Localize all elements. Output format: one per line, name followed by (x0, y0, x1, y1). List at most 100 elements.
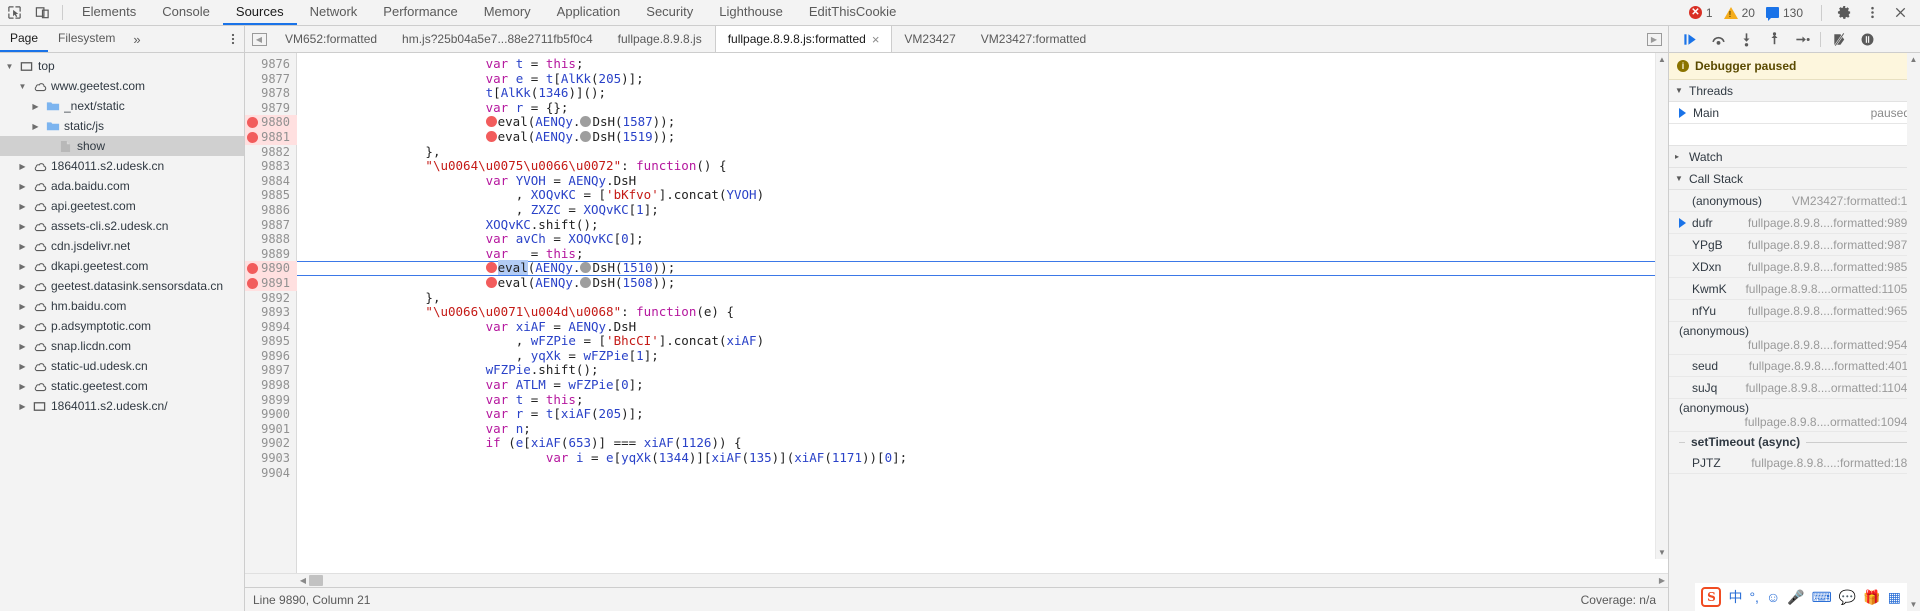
pause-on-exceptions-icon[interactable] (1854, 28, 1880, 50)
tree-item-static-js[interactable]: ▶ static/js (0, 116, 244, 136)
line-number[interactable]: 9895 (245, 334, 297, 349)
code-line[interactable]: 9893 "\u0066\u0071\u004d\u0068": functio… (245, 304, 1668, 320)
hscroll-thumb[interactable] (309, 575, 323, 586)
breakpoint-marker-icon[interactable] (247, 131, 258, 143)
gift-icon[interactable]: 🎁 (1863, 590, 1880, 604)
threads-section-header[interactable]: ▼ Threads (1669, 80, 1920, 102)
tree-item-ada-baidu-com[interactable]: ▶ ada.baidu.com (0, 176, 244, 196)
tree-item-p-adsymptotic-com[interactable]: ▶ p.adsymptotic.com (0, 316, 244, 336)
step-out-icon[interactable] (1761, 28, 1787, 50)
navigator-kebab-menu-icon[interactable] (222, 26, 244, 52)
editor-tab-fullpage-formatted[interactable]: fullpage.8.9.8.js:formatted × (714, 26, 893, 52)
gear-icon[interactable] (1830, 5, 1858, 20)
line-number[interactable]: 9881 (245, 129, 297, 145)
line-number[interactable]: 9900 (245, 407, 297, 422)
scroll-right-icon[interactable]: ▶ (1656, 576, 1668, 585)
tree-item-show[interactable]: show (0, 136, 244, 156)
close-icon[interactable] (1886, 5, 1914, 20)
emoji-icon[interactable]: ☺ (1766, 590, 1780, 604)
code-line[interactable]: 9895 , wFZPie = ['BhcCI'].concat(xiAF) (245, 333, 1668, 349)
code-line[interactable]: 9878 t[AlKk(1346)](); (245, 85, 1668, 101)
breakpoint-marker-icon[interactable] (247, 277, 258, 289)
inline-breakpoint-icon[interactable] (485, 130, 497, 142)
line-number[interactable]: 9891 (245, 275, 297, 291)
code-line[interactable]: 9884 var YVOH = AENQy.DsH (245, 173, 1668, 189)
tree-item-api-geetest-com[interactable]: ▶ api.geetest.com (0, 196, 244, 216)
ime-toolbar[interactable]: S 中 °, ☺ 🎤 ⌨ 💬 🎁 ▦ (1695, 583, 1907, 611)
editor-tab-fullpage[interactable]: fullpage.8.9.8.js (606, 26, 715, 52)
code-line[interactable]: 9898 var ATLM = wFZPie[0]; (245, 377, 1668, 393)
line-number[interactable]: 9904 (245, 466, 297, 481)
tab-overflow-icon[interactable]: ▶ (1640, 26, 1668, 52)
navigator-file-tree[interactable]: ▼ top ▼ www.geetest.com ▶ _next/static ▶ static… (0, 53, 245, 611)
nav-tab-page[interactable]: Page (0, 26, 49, 52)
deactivate-breakpoints-icon[interactable] (1826, 28, 1852, 50)
line-number[interactable]: 9903 (245, 451, 297, 466)
line-number[interactable]: 9888 (245, 232, 297, 247)
code-line[interactable]: 9892 }, (245, 290, 1668, 306)
call-stack-frame[interactable]: seud fullpage.8.9.8....formatted:4011 (1669, 355, 1920, 377)
tab-network[interactable]: Network (297, 0, 371, 25)
tree-item--next-static[interactable]: ▶ _next/static (0, 96, 244, 116)
code-line[interactable]: 9881 eval(AENQy. DsH(1519)); (245, 129, 1668, 145)
code-line[interactable]: 9896 , yqXk = wFZPie[1]; (245, 348, 1668, 364)
tree-item-static-geetest-com[interactable]: ▶ static.geetest.com (0, 376, 244, 396)
chevron-right-icon[interactable]: ▶ (17, 221, 28, 232)
chevron-right-icon[interactable]: ▶ (30, 121, 41, 132)
scroll-up-icon[interactable]: ▲ (1658, 53, 1666, 66)
editor-vertical-scrollbar[interactable]: ▲ ▼ (1655, 53, 1668, 559)
tree-item-1864011-s2-udesk-cn[interactable]: ▶ 1864011.s2.udesk.cn (0, 156, 244, 176)
breakpoint-marker-icon[interactable] (247, 263, 258, 275)
tab-memory[interactable]: Memory (471, 0, 544, 25)
inline-breakpoint-icon[interactable] (485, 276, 497, 288)
line-number[interactable]: 9877 (245, 72, 297, 87)
tree-item-static-ud-udesk-cn[interactable]: ▶ static-ud.udesk.cn (0, 356, 244, 376)
watch-section-header[interactable]: ▸ Watch (1669, 146, 1920, 168)
microphone-icon[interactable]: 🎤 (1787, 590, 1804, 604)
nav-more-tabs-button[interactable]: » (125, 26, 148, 52)
code-line[interactable]: 9876 var t = this; (245, 56, 1668, 72)
chevron-right-icon[interactable]: ▶ (17, 241, 28, 252)
chevron-right-icon[interactable]: ▶ (17, 321, 28, 332)
chevron-down-icon[interactable]: ▼ (4, 61, 15, 72)
line-number[interactable]: 9901 (245, 422, 297, 437)
tree-item-cdn-jsdelivr-net[interactable]: ▶ cdn.jsdelivr.net (0, 236, 244, 256)
editor-tab-vm23427[interactable]: VM23427 (892, 26, 968, 52)
thread-row-main[interactable]: Main paused (1669, 102, 1920, 124)
tree-item-geetest-datasink-sensorsdata-cn[interactable]: ▶ geetest.datasink.sensorsdata.cn (0, 276, 244, 296)
step-over-icon[interactable] (1705, 28, 1731, 50)
tree-item-top[interactable]: ▼ top (0, 56, 244, 76)
step-icon[interactable] (1789, 28, 1815, 50)
call-stack-frame[interactable]: YPgB fullpage.8.9.8....formatted:9878 (1669, 234, 1920, 256)
code-line[interactable]: 9882 }, (245, 144, 1668, 160)
inline-breakpoint-icon[interactable] (485, 116, 497, 128)
sogou-logo-icon[interactable]: S (1701, 587, 1722, 607)
show-navigator-icon[interactable]: ◀ (245, 26, 273, 52)
keyboard-icon[interactable]: ⌨ (1812, 590, 1832, 604)
call-stack-frame[interactable]: (anonymous) VM23427:formatted:12 (1669, 190, 1920, 212)
inline-breakpoint-disabled-icon[interactable] (580, 116, 592, 128)
call-stack-frame[interactable]: XDxn fullpage.8.9.8....formatted:9856 (1669, 256, 1920, 278)
chevron-right-icon[interactable]: ▶ (17, 181, 28, 192)
line-number[interactable]: 9880 (245, 115, 297, 130)
chevron-right-icon[interactable]: ▶ (17, 201, 28, 212)
tab-console[interactable]: Console (149, 0, 223, 25)
code-line[interactable]: 9897 wFZPie.shift(); (245, 363, 1668, 378)
line-number[interactable]: 9886 (245, 203, 297, 218)
code-line[interactable]: 9888 var avCh = XOQvKC[0]; (245, 231, 1668, 247)
nav-tab-filesystem[interactable]: Filesystem (48, 26, 125, 52)
step-into-icon[interactable] (1733, 28, 1759, 50)
line-number[interactable]: 9902 (245, 436, 297, 451)
tree-item-snap-licdn-com[interactable]: ▶ snap.licdn.com (0, 336, 244, 356)
breakpoint-marker-icon[interactable] (247, 117, 258, 129)
line-number[interactable]: 9887 (245, 218, 297, 233)
code-line[interactable]: 9883 "\u0064\u0075\u0066\u0072": functio… (245, 158, 1668, 174)
code-line[interactable]: 9902 if (e[xiAF(653)] === xiAF(1126)) { (245, 436, 1668, 451)
device-toolbar-icon[interactable] (28, 0, 56, 25)
code-line[interactable]: 9899 var t = this; (245, 392, 1668, 408)
inline-breakpoint-disabled-icon[interactable] (580, 276, 592, 288)
code-line[interactable]: 9880 eval(AENQy. DsH(1587)); (245, 115, 1668, 130)
code-line[interactable]: 9904 (245, 466, 1668, 481)
scroll-down-icon[interactable]: ▼ (1910, 598, 1918, 611)
chevron-right-icon[interactable]: ▶ (17, 281, 28, 292)
